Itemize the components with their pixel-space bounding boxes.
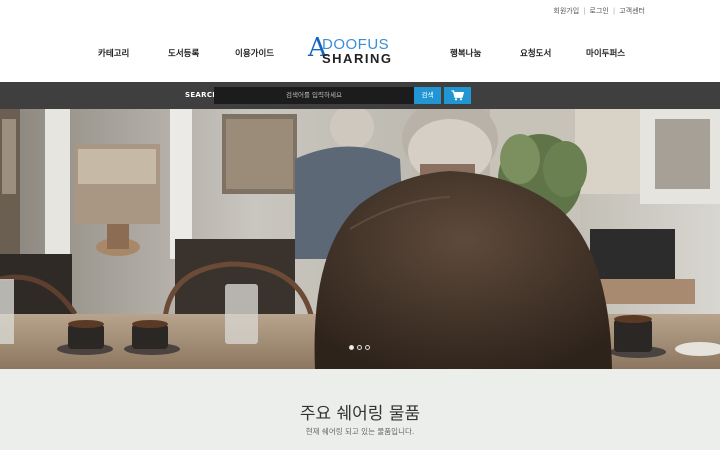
carousel-dot[interactable] xyxy=(365,345,370,350)
carousel-dots xyxy=(349,345,370,350)
top-utility-links: 회원가입 | 로그인 | 고객센터 xyxy=(553,6,645,16)
cart-icon xyxy=(451,90,464,101)
divider: | xyxy=(583,7,586,15)
carousel-dot[interactable] xyxy=(357,345,362,350)
featured-items-section: 주요 쉐어링 물품 현재 쉐어링 되고 있는 물품입니다. xyxy=(0,369,720,450)
divider: | xyxy=(612,7,616,15)
nav-item-happy-sharing[interactable]: 행복나눔 xyxy=(450,47,481,59)
section-title: 주요 쉐어링 물품 xyxy=(299,404,421,424)
section-subtitle: 현재 쉐어링 되고 있는 물품입니다. xyxy=(305,427,415,436)
search-input[interactable]: 검색어를 입력하세요 xyxy=(214,87,414,104)
carousel-dot[interactable] xyxy=(349,345,354,350)
nav-item-book-register[interactable]: 도서등록 xyxy=(168,47,199,59)
customer-center-link[interactable]: 고객센터 xyxy=(619,6,645,16)
search-button[interactable]: 검색 xyxy=(414,87,441,104)
hero-banner[interactable] xyxy=(0,109,720,369)
logo-word-bottom: SHARING xyxy=(322,51,393,66)
signup-link[interactable]: 회원가입 xyxy=(553,6,579,16)
nav-item-category[interactable]: 카테고리 xyxy=(98,47,129,59)
nav-item-my-doofus[interactable]: 마이두퍼스 xyxy=(586,47,625,59)
cart-button[interactable] xyxy=(444,87,471,104)
search-bar: SEARCH 검색어를 입력하세요 검색 xyxy=(0,82,720,109)
nav-item-requested-books[interactable]: 요청도서 xyxy=(520,47,551,59)
hero-image xyxy=(0,109,720,369)
login-link[interactable]: 로그인 xyxy=(590,6,609,16)
nav-item-guide[interactable]: 이용가이드 xyxy=(235,47,274,59)
logo[interactable]: A DOOFUS SHARING xyxy=(308,33,408,67)
